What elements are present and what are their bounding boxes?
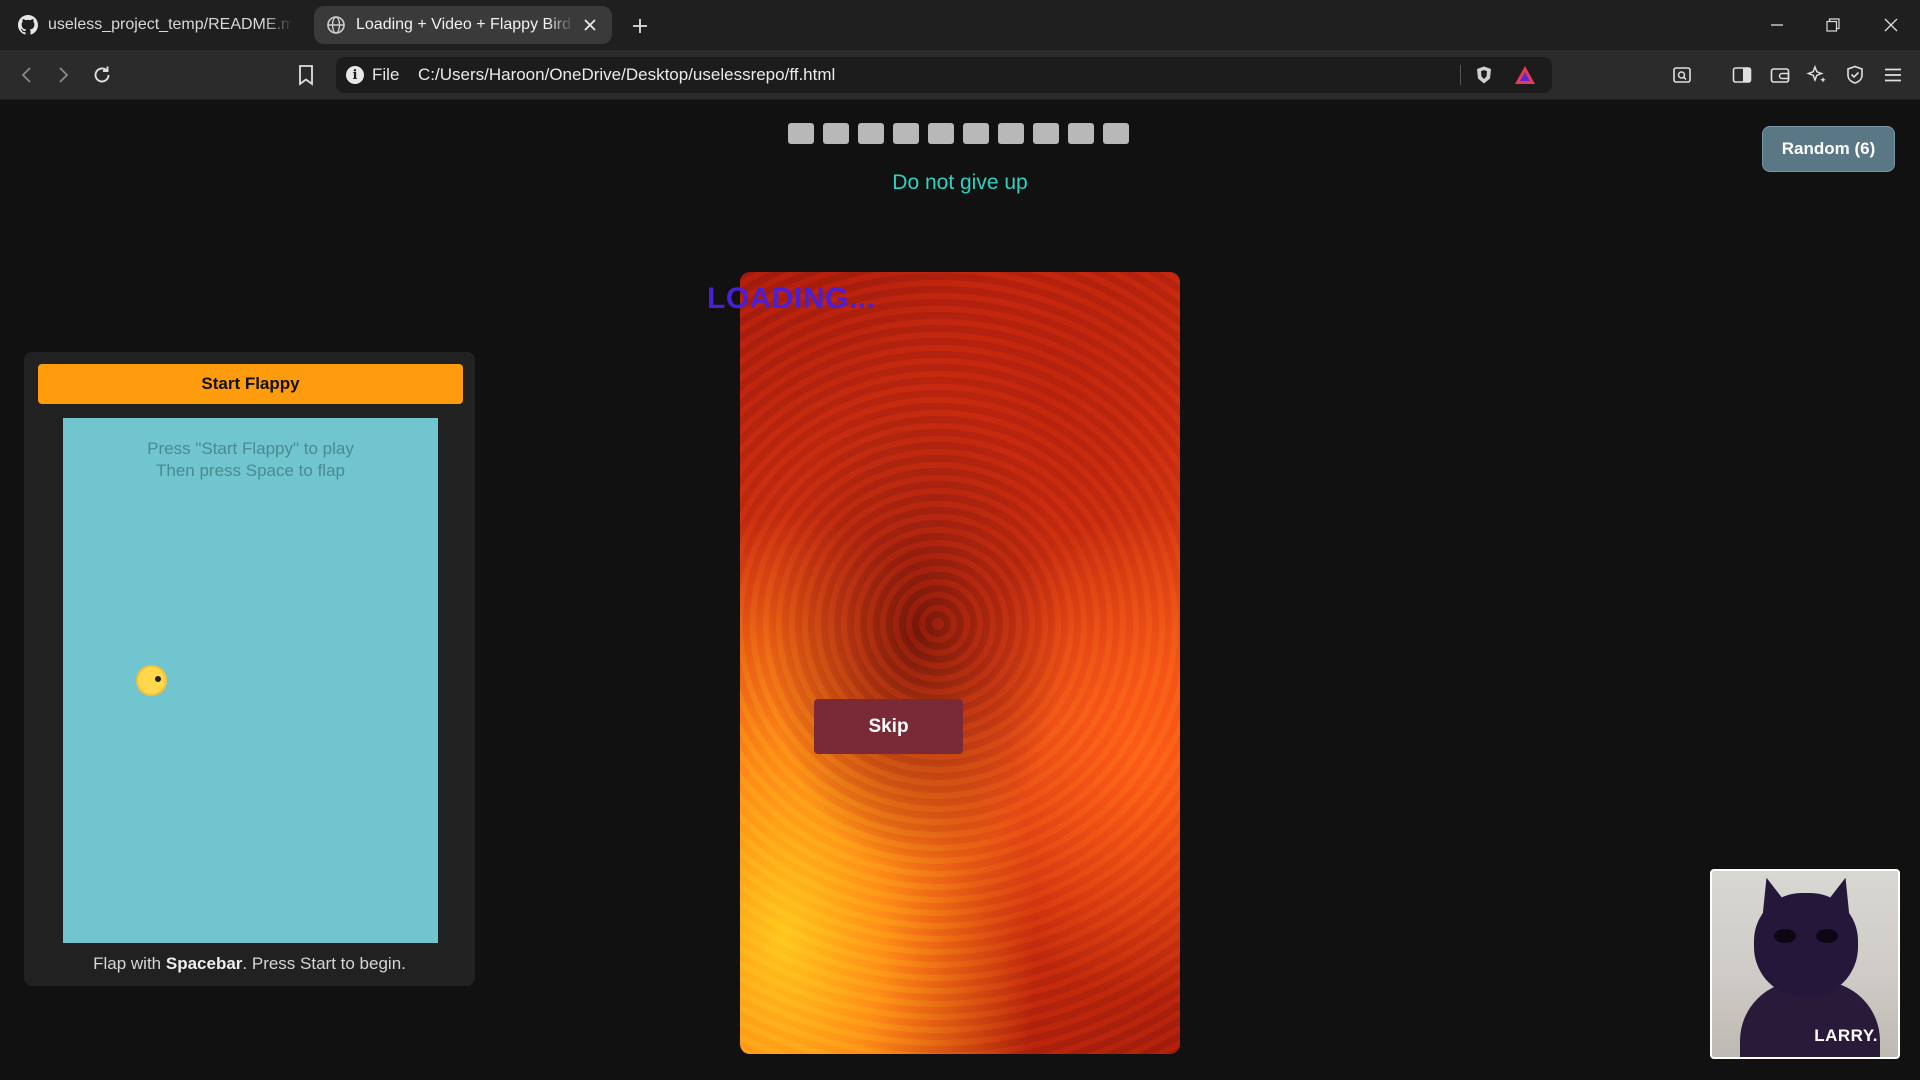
progress-segment bbox=[858, 123, 884, 144]
instruction-line: Then press Space to flap bbox=[155, 461, 345, 480]
browser-tab-bar: useless_project_temp/README.md at main L… bbox=[0, 0, 1920, 50]
address-bar[interactable]: i File C:/Users/Haroon/OneDrive/Desktop/… bbox=[336, 57, 1552, 93]
menu-icon[interactable] bbox=[1880, 62, 1906, 88]
cat-overlay-image: LARRY. bbox=[1710, 869, 1900, 1059]
vpn-icon[interactable] bbox=[1842, 62, 1868, 88]
progress-segment bbox=[823, 123, 849, 144]
video-player[interactable]: Skip bbox=[740, 272, 1180, 1054]
start-flappy-button[interactable]: Start Flappy bbox=[38, 364, 463, 404]
sidebar-icon[interactable] bbox=[1729, 62, 1755, 88]
flappy-bird bbox=[136, 665, 167, 696]
scheme-label: File bbox=[372, 65, 400, 84]
skip-button[interactable]: Skip bbox=[814, 699, 963, 754]
progress-bar bbox=[788, 123, 1129, 144]
hint-suffix: . Press Start to begin. bbox=[242, 954, 406, 973]
page-viewport: Do not give up Random (6) Start Flappy P… bbox=[0, 101, 1920, 1080]
progress-segment bbox=[998, 123, 1024, 144]
progress-segment bbox=[788, 123, 814, 144]
flappy-panel: Start Flappy Press "Start Flappy" to pla… bbox=[24, 352, 475, 986]
progress-segment bbox=[1103, 123, 1129, 144]
game-instructions: Press "Start Flappy" to play Then press … bbox=[63, 438, 438, 482]
back-icon[interactable] bbox=[14, 62, 40, 88]
random-button[interactable]: Random (6) bbox=[1762, 126, 1895, 172]
instruction-line: Press "Start Flappy" to play bbox=[147, 439, 354, 458]
video-frame bbox=[740, 272, 1180, 1054]
close-tab-icon[interactable] bbox=[580, 15, 600, 35]
cat-label: LARRY. bbox=[1814, 1026, 1878, 1045]
cat-eye bbox=[1774, 929, 1796, 943]
bird-eye bbox=[155, 676, 161, 682]
progress-segment bbox=[893, 123, 919, 144]
leo-ai-icon[interactable] bbox=[1804, 62, 1830, 88]
browser-tab-active[interactable]: Loading + Video + Flappy Bird + Random bbox=[314, 6, 612, 44]
wallet-icon[interactable] bbox=[1767, 62, 1793, 88]
globe-icon bbox=[327, 16, 345, 34]
tab-title: useless_project_temp/README.md at main bbox=[48, 16, 293, 33]
progress-segment bbox=[928, 123, 954, 144]
divider bbox=[1460, 65, 1461, 85]
restore-icon[interactable] bbox=[1820, 12, 1846, 38]
cat-head bbox=[1754, 893, 1858, 997]
motivation-text: Do not give up bbox=[892, 171, 1028, 194]
progress-segment bbox=[963, 123, 989, 144]
new-tab-icon[interactable] bbox=[628, 14, 652, 38]
brave-shield-icon[interactable] bbox=[1474, 65, 1494, 85]
flappy-hint: Flap with Spacebar. Press Start to begin… bbox=[24, 954, 475, 974]
minimize-icon[interactable] bbox=[1764, 12, 1790, 38]
reload-icon[interactable] bbox=[89, 62, 115, 88]
brave-rewards-icon[interactable] bbox=[1514, 65, 1536, 85]
browser-tab[interactable]: useless_project_temp/README.md at main bbox=[6, 6, 306, 44]
url-text[interactable]: C:/Users/Haroon/OneDrive/Desktop/useless… bbox=[418, 65, 835, 85]
loading-text: LOADING... bbox=[707, 282, 876, 315]
close-window-icon[interactable] bbox=[1878, 12, 1904, 38]
flappy-game-canvas[interactable]: Press "Start Flappy" to play Then press … bbox=[63, 418, 438, 943]
hint-key: Spacebar bbox=[165, 954, 243, 973]
page-search-icon[interactable] bbox=[1669, 62, 1695, 88]
forward-icon[interactable] bbox=[50, 62, 76, 88]
hint-prefix: Flap with bbox=[93, 954, 166, 973]
cat-eye bbox=[1816, 929, 1838, 943]
progress-segment bbox=[1033, 123, 1059, 144]
browser-toolbar: i File C:/Users/Haroon/OneDrive/Desktop/… bbox=[0, 50, 1920, 100]
site-info[interactable]: i File bbox=[346, 65, 399, 85]
progress-segment bbox=[1068, 123, 1094, 144]
github-icon bbox=[18, 15, 38, 35]
bookmark-icon[interactable] bbox=[293, 62, 319, 88]
info-icon: i bbox=[346, 66, 364, 84]
tab-title: Loading + Video + Flappy Bird + Random bbox=[356, 16, 574, 33]
